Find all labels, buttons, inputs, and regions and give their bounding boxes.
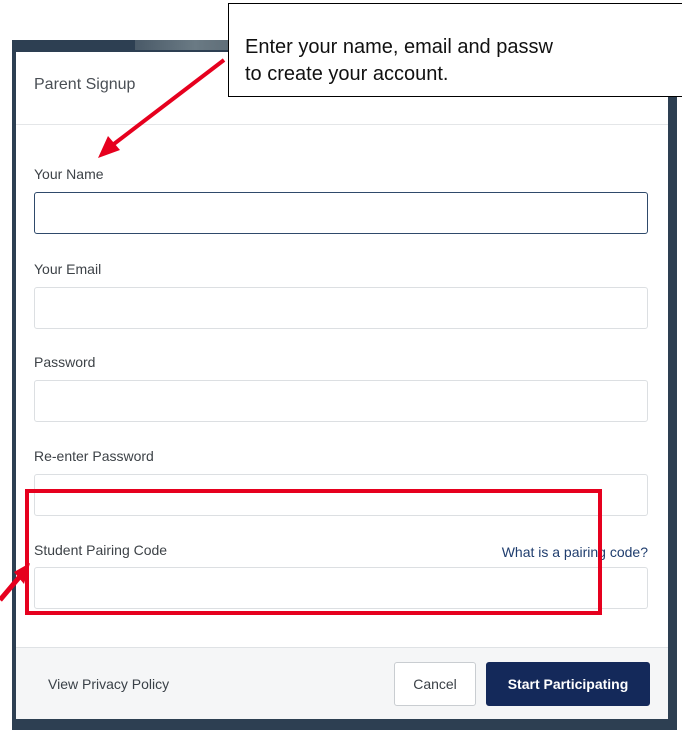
arrow-to-name-field <box>98 58 226 158</box>
arrow-to-pairing-code <box>0 563 30 602</box>
annotation-arrows <box>0 58 226 602</box>
